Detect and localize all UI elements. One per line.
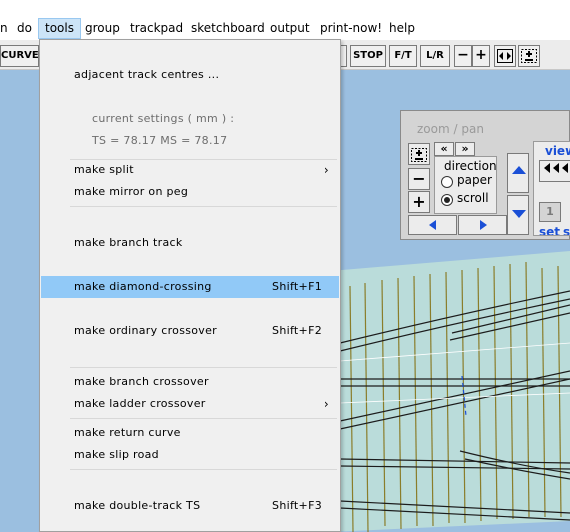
double-left-arrow-icon — [544, 163, 568, 173]
menu-trackpad[interactable]: trackpad — [124, 18, 189, 39]
down-arrow-icon — [512, 210, 526, 218]
menu-item-make-double-track-ts[interactable]: make double-track TS Shift+F3 — [41, 495, 339, 517]
menu-item-make-ordinary-crossover[interactable]: make ordinary crossover Shift+F2 — [41, 320, 339, 342]
menu-item-label: make return curve — [74, 426, 181, 439]
zoom-fit-button[interactable] — [518, 45, 540, 67]
paper-radio[interactable] — [441, 176, 453, 188]
menu-item-label: make ordinary crossover — [74, 324, 217, 337]
pan-left-button[interactable] — [408, 215, 457, 235]
menu-item-make-branch-crossover[interactable]: make branch crossover — [41, 371, 339, 393]
curve-button[interactable]: CURVE — [0, 45, 39, 67]
shortcut-label: Shift+F1 — [272, 280, 322, 293]
current-settings-values: TS = 78.17 MS = 78.17 — [92, 134, 228, 147]
menu-sketchboard[interactable]: sketchboard — [185, 18, 271, 39]
paper-label: paper — [457, 173, 492, 187]
menu-item-label: make split — [74, 163, 134, 176]
left-arrow-icon — [429, 220, 436, 230]
submenu-arrow-icon: › — [323, 397, 329, 411]
menu-separator — [70, 367, 337, 368]
current-settings-heading: current settings ( mm ) : — [92, 112, 235, 125]
pan-right-button[interactable] — [458, 215, 507, 235]
scroll-label: scroll — [457, 191, 489, 205]
menu-item-make-branch-track[interactable]: make branch track — [41, 232, 339, 254]
menu-separator — [70, 469, 337, 470]
menu-tools[interactable]: tools — [38, 18, 81, 39]
menu-item-label: make branch track — [74, 236, 183, 249]
prev-button[interactable]: « — [434, 142, 454, 156]
right-arrow-icon — [480, 220, 487, 230]
menu-print-now[interactable]: print-now! — [314, 18, 388, 39]
zoom-in-button[interactable]: + — [408, 191, 430, 213]
menu-do[interactable]: do — [11, 18, 38, 39]
fit-width-button[interactable] — [494, 45, 516, 67]
radio-selected-dot — [444, 197, 450, 203]
view-back-button[interactable] — [539, 160, 570, 182]
menu-item-make-ladder-crossover[interactable]: make ladder crossover › — [41, 393, 339, 415]
next-button[interactable]: » — [455, 142, 475, 156]
menu-item-label: make double-track TS — [74, 499, 201, 512]
toolbar-button-partial[interactable] — [341, 45, 347, 67]
flip-lr-button[interactable]: L/R — [420, 45, 450, 67]
shortcut-label: Shift+F3 — [272, 499, 322, 512]
zoom-pan-panel: zoom / pan − + « » direction paper scrol… — [400, 110, 570, 240]
menu-item-make-split[interactable]: make split › — [41, 159, 339, 181]
pan-down-button[interactable] — [507, 195, 529, 235]
menu-item-label: make branch crossover — [74, 375, 209, 388]
menu-item-label: make mirror on peg — [74, 185, 189, 198]
flip-ft-button[interactable]: F/T — [389, 45, 417, 67]
menu-help[interactable]: help — [383, 18, 421, 39]
view-panel: view 1 set s — [533, 141, 570, 236]
shortcut-label: Shift+F2 — [272, 324, 322, 337]
menu-item-make-diamond-crossing[interactable]: make diamond-crossing Shift+F1 — [41, 276, 339, 298]
scroll-radio[interactable] — [441, 194, 453, 206]
zoom-pan-title: zoom / pan — [417, 122, 484, 136]
set-view-link[interactable]: set — [539, 225, 560, 235]
menu-separator — [70, 206, 337, 207]
menu-group[interactable]: group — [79, 18, 126, 39]
menu-item-make-return-curve[interactable]: make return curve — [41, 422, 339, 444]
menu-item-label: make ladder crossover — [74, 397, 206, 410]
submenu-arrow-icon: › — [323, 163, 329, 177]
zoom-out-button[interactable]: − — [454, 45, 472, 67]
pan-up-button[interactable] — [507, 153, 529, 193]
tools-dropdown-menu: adjacent track centres ... current setti… — [39, 39, 341, 532]
view-label: view — [545, 144, 570, 158]
direction-label: direction — [444, 159, 497, 173]
fit-width-icon — [497, 49, 513, 63]
menu-item-make-mirror-on-peg[interactable]: make mirror on peg — [41, 181, 339, 203]
menu-separator — [70, 418, 337, 419]
menu-item-adjacent-track-centres[interactable]: adjacent track centres ... — [41, 64, 339, 86]
menu-output[interactable]: output — [264, 18, 316, 39]
menu-bar: n do tools group trackpad sketchboard ou… — [0, 0, 570, 40]
zoom-fit-button[interactable] — [408, 143, 430, 165]
zoom-fit-icon — [521, 49, 537, 63]
view-number[interactable]: 1 — [539, 202, 561, 222]
up-arrow-icon — [512, 166, 526, 174]
zoom-in-button[interactable]: + — [472, 45, 490, 67]
menu-item-label: adjacent track centres ... — [74, 68, 220, 81]
menu-item-label: make slip road — [74, 448, 159, 461]
zoom-out-button[interactable]: − — [408, 168, 430, 190]
stop-button[interactable]: STOP — [350, 45, 386, 67]
zoom-fit-icon — [411, 148, 427, 162]
menu-item-make-slip-road[interactable]: make slip road — [41, 444, 339, 466]
menu-item-label: make diamond-crossing — [74, 280, 212, 293]
second-link-partial[interactable]: s — [563, 225, 570, 235]
direction-group: direction paper scroll — [434, 156, 497, 214]
